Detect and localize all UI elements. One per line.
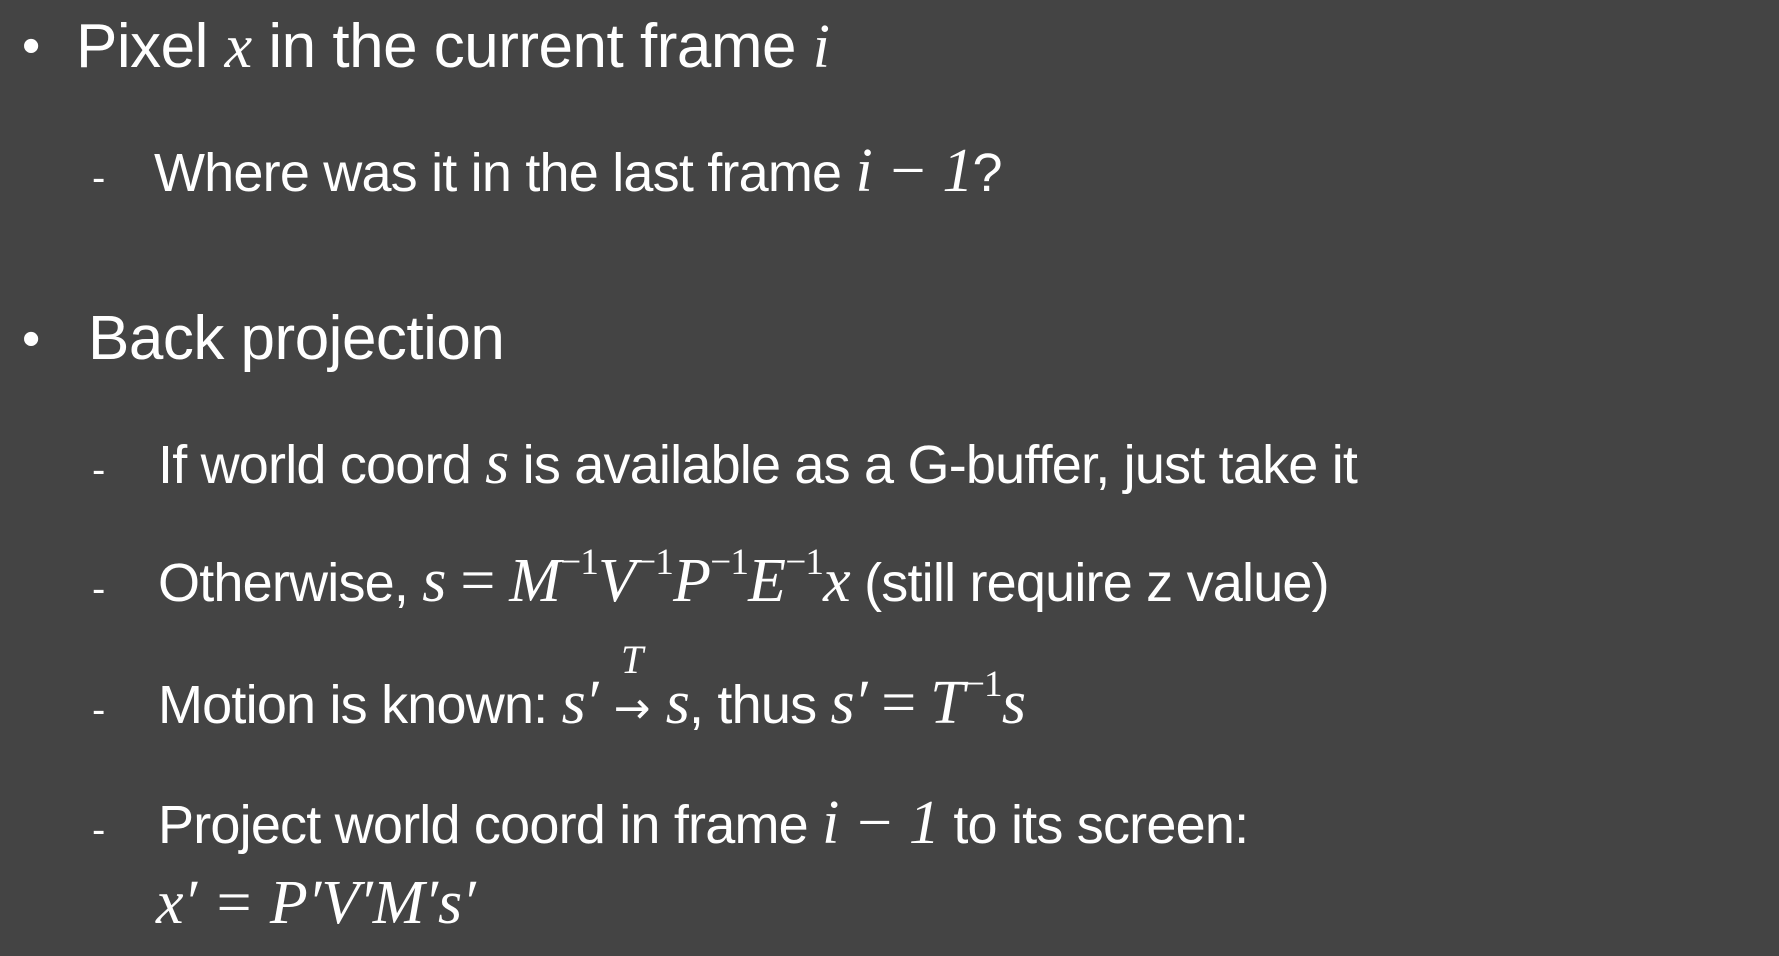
dash-marker: - (92, 567, 106, 611)
math-inverse: −1 (635, 542, 674, 584)
math-inverse: −1 (560, 542, 599, 584)
subitem-suffix: is available as a G-buffer, just take it (508, 435, 1358, 495)
subitem-text: Motion is known: (158, 675, 562, 735)
math-t: T (930, 669, 964, 737)
math-equals: = (445, 547, 510, 615)
math-inverse: −1 (963, 664, 1003, 706)
bullet-marker: • (22, 17, 41, 75)
math-formula: s = M−1V−1P−1E−1x (422, 544, 851, 615)
bullet-marker: • (22, 310, 41, 368)
math-s: s (1001, 669, 1026, 737)
math-v: V (598, 547, 636, 615)
math-i: i (812, 13, 830, 81)
subitem-project-world-coord: Project world coord in frame i − 1 to it… (158, 789, 1249, 857)
math-s: s (485, 429, 509, 497)
math-x: x (823, 547, 851, 615)
math-s: s (665, 669, 690, 737)
subitem-text: Project world coord in frame (158, 795, 823, 855)
subitem-text: , thus (689, 675, 831, 735)
math-s-prime: s′ (830, 669, 868, 737)
math-x: x (224, 13, 253, 81)
arrow-icon: → (613, 683, 651, 734)
math-m: M (509, 547, 561, 615)
subitem-suffix: ? (972, 143, 1003, 203)
transform-arrow: T → (604, 640, 660, 734)
subitem-text: If world coord (158, 435, 486, 495)
dash-marker: - (92, 156, 106, 200)
math-e: E (748, 547, 786, 615)
math-formula: s′ = T−1s (830, 666, 1026, 737)
math-equals: = (866, 669, 931, 737)
math-t: T (620, 637, 643, 682)
math-p: P (673, 547, 711, 615)
math-s: s (422, 547, 446, 615)
subitem-world-coord: If world coord s is available as a G-buf… (158, 429, 1358, 497)
dash-marker: - (92, 808, 106, 852)
bullet-back-projection: Back projection (88, 304, 505, 373)
bullet-text-2: in the current frame (251, 12, 813, 81)
bullet-text: Pixel (76, 12, 208, 81)
subitem-motion-known: Motion is known: s′ T → s, thus s′ = T−1s (158, 640, 1026, 737)
subitem-otherwise: Otherwise, s = M−1V−1P−1E−1x (still requ… (158, 544, 1330, 615)
subitem-suffix: to its screen: (939, 795, 1249, 855)
dash-marker: - (92, 688, 106, 732)
subitem-last-frame: Where was it in the last frame i − 1? (154, 137, 1003, 205)
bullet-pixel-x: Pixel x in the current frame i (76, 13, 830, 81)
formula-project: x′ = P′V′M′s′ (156, 869, 476, 937)
math-i-minus-1: i − 1 (855, 137, 973, 205)
math-inverse: −1 (710, 542, 749, 584)
subitem-text: Otherwise, (158, 553, 423, 613)
subitem-text: Where was it in the last frame (154, 143, 856, 203)
math-i-minus-1: i − 1 (822, 789, 940, 857)
math-inverse: −1 (785, 542, 824, 584)
subitem-suffix: (still require z value) (849, 553, 1330, 613)
dash-marker: - (92, 448, 106, 492)
math-s-prime: s′ (561, 669, 599, 737)
